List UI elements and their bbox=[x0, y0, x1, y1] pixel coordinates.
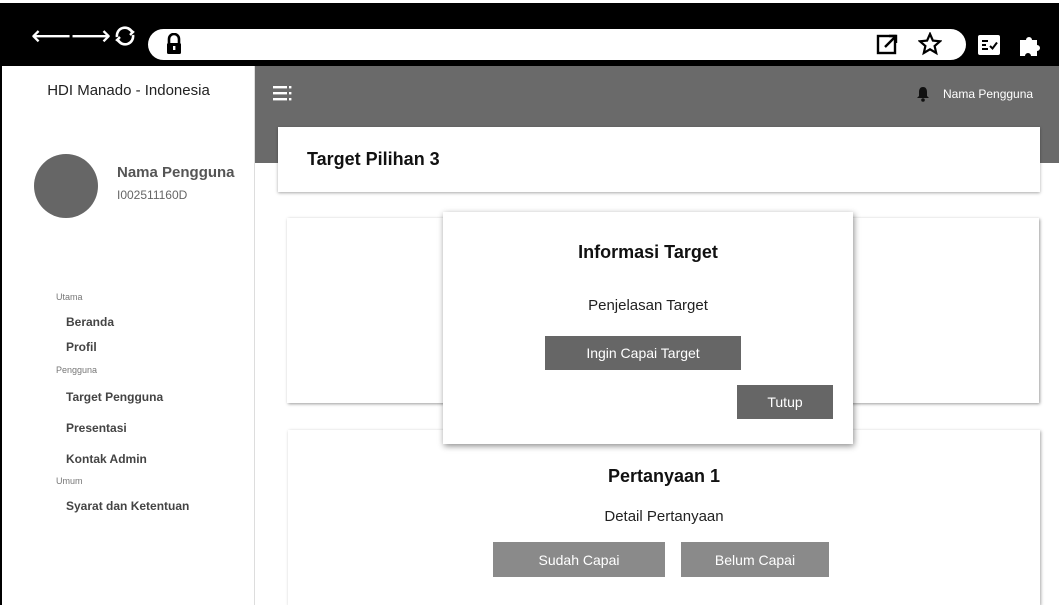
modal-title: Informasi Target bbox=[578, 242, 718, 262]
modal-description: Penjelasan Target bbox=[588, 297, 708, 314]
bell-icon[interactable] bbox=[915, 86, 931, 107]
back-arrow-icon[interactable]: ⟵ bbox=[31, 21, 71, 51]
belum-capai-button[interactable]: Belum Capai bbox=[681, 542, 829, 577]
reading-list-icon[interactable] bbox=[975, 31, 1003, 59]
page-title: Target Pilihan 3 bbox=[307, 149, 440, 169]
sidebar-item-presentasi[interactable]: Presentasi bbox=[66, 421, 127, 435]
open-external-icon[interactable] bbox=[874, 32, 900, 56]
question-title: Pertanyaan 1 bbox=[607, 466, 721, 486]
page-title-card: Target Pilihan 3 bbox=[278, 127, 1040, 192]
sidebar-item-kontak-admin[interactable]: Kontak Admin bbox=[66, 452, 147, 466]
forward-arrow-icon[interactable]: ⟶ bbox=[71, 21, 111, 51]
sudah-capai-button[interactable]: Sudah Capai bbox=[493, 542, 665, 577]
sidebar-item-profil[interactable]: Profil bbox=[66, 340, 97, 354]
question-detail: Detail Pertanyaan bbox=[604, 508, 724, 525]
lock-icon bbox=[166, 32, 182, 60]
sidebar: HDI Manado - Indonesia Nama Pengguna I00… bbox=[2, 66, 255, 605]
brand-title: HDI Manado - Indonesia bbox=[47, 82, 210, 99]
address-bar[interactable] bbox=[148, 29, 966, 60]
close-modal-button[interactable]: Tutup bbox=[737, 385, 833, 419]
avatar[interactable] bbox=[34, 154, 98, 218]
browser-toolbar: ⟵ ⟶ bbox=[0, 0, 1059, 66]
question-panel: Pertanyaan 1 Detail Pertanyaan Sudah Cap… bbox=[288, 430, 1040, 605]
bookmark-star-icon[interactable] bbox=[916, 32, 944, 56]
reload-icon[interactable] bbox=[110, 21, 140, 51]
header-user-name[interactable]: Nama Pengguna bbox=[943, 87, 1033, 101]
user-name: Nama Pengguna bbox=[117, 164, 235, 181]
menu-icon[interactable] bbox=[273, 84, 295, 107]
section-label-umum: Umum bbox=[56, 476, 83, 486]
sidebar-item-target-pengguna[interactable]: Target Pengguna bbox=[66, 390, 163, 404]
sidebar-item-syarat-dan-ketentuan[interactable]: Syarat dan Ketentuan bbox=[66, 499, 189, 513]
sidebar-item-beranda[interactable]: Beranda bbox=[66, 315, 114, 329]
extensions-puzzle-icon[interactable] bbox=[1016, 31, 1044, 59]
user-id: I002511160D bbox=[117, 188, 188, 202]
section-label-utama: Utama bbox=[56, 292, 83, 302]
ingin-capai-target-button[interactable]: Ingin Capai Target bbox=[545, 336, 741, 370]
section-label-pengguna: Pengguna bbox=[56, 365, 98, 375]
target-info-modal: Informasi Target Penjelasan Target Ingin… bbox=[443, 212, 853, 444]
